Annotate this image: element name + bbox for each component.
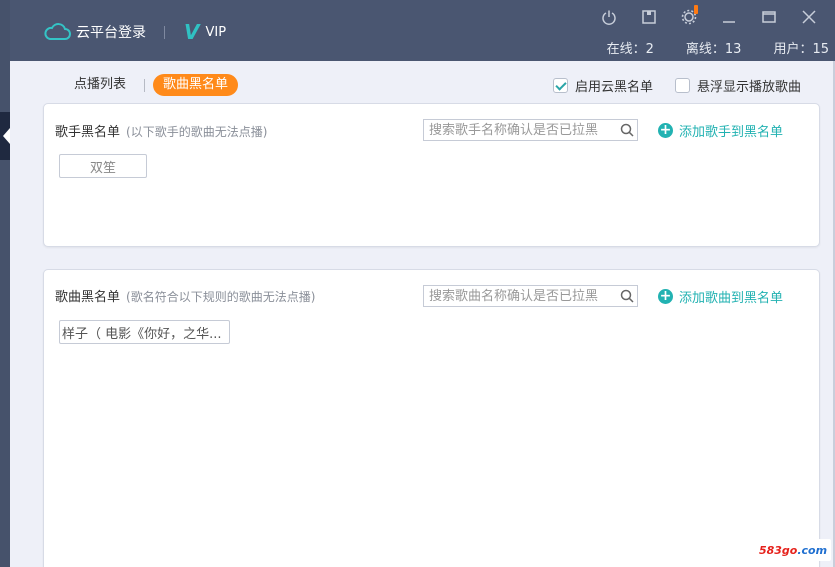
song-blacklist-title: 歌曲黑名单 <box>55 290 121 305</box>
song-blacklist-panel: 歌曲黑名单 (歌名符合以下规则的歌曲无法点播) + 添加歌曲到黑名单 样子（ 电影… <box>43 269 820 567</box>
save-button[interactable] <box>629 7 669 27</box>
add-song-label: 添加歌曲到黑名单 <box>679 291 784 306</box>
tab-song-request-list[interactable]: 点播列表 <box>64 74 136 96</box>
notification-badge <box>694 5 698 14</box>
power-icon <box>602 10 616 25</box>
cloud-login-label: 云平台登录 <box>76 25 146 41</box>
add-song-button[interactable]: + 添加歌曲到黑名单 <box>658 287 783 306</box>
close-icon <box>802 10 816 24</box>
user-stats: 在线：2 离线：13 用户：15 <box>575 38 829 57</box>
singer-blacklist-heading: 歌手黑名单 (以下歌手的歌曲无法点播) <box>55 121 267 140</box>
vip-button[interactable]: V VIP <box>184 20 226 44</box>
song-blacklist-subtitle: (歌名符合以下规则的歌曲无法点播) <box>126 290 316 304</box>
maximize-button[interactable] <box>749 7 789 27</box>
search-icon[interactable] <box>617 286 637 306</box>
watermark-domain: .com <box>797 543 828 557</box>
add-singer-button[interactable]: + 添加歌手到黑名单 <box>658 121 783 140</box>
singer-blacklist-title: 歌手黑名单 <box>55 125 121 140</box>
minimize-icon <box>723 21 735 23</box>
singer-search-box <box>423 119 638 141</box>
collapse-panel-button[interactable] <box>0 112 10 160</box>
settings-button[interactable] <box>669 5 709 27</box>
window-controls <box>589 5 829 27</box>
cloud-icon <box>44 23 71 40</box>
blacklisted-song-tag[interactable]: 样子（ 电影《你好，之华... <box>59 320 230 344</box>
header-divider <box>164 26 165 39</box>
tab-song-blacklist[interactable]: 歌曲黑名单 <box>153 74 239 96</box>
user-count: 用户：15 <box>773 42 829 57</box>
cloud-blacklist-label: 启用云黑名单 <box>574 80 653 95</box>
float-display-checkbox[interactable] <box>674 78 690 93</box>
blacklisted-singer-tag[interactable]: 双笙 <box>59 154 147 178</box>
minimize-button[interactable] <box>709 7 749 27</box>
watermark-number: 583go <box>758 543 798 557</box>
add-singer-label: 添加歌手到黑名单 <box>679 125 784 140</box>
save-icon <box>642 10 656 24</box>
title-bar: 云平台登录 V VIP 在线：2 离线：13 用户：15 <box>10 0 835 61</box>
power-button[interactable] <box>589 7 629 27</box>
left-side-strip <box>0 0 10 567</box>
singer-search-input[interactable] <box>424 120 617 140</box>
song-blacklist-heading: 歌曲黑名单 (歌名符合以下规则的歌曲无法点播) <box>55 286 315 305</box>
options-bar: 启用云黑名单 悬浮显示播放歌曲 <box>531 76 801 95</box>
cloud-blacklist-checkbox[interactable] <box>552 78 568 93</box>
vip-logo: V <box>184 20 200 44</box>
offline-count: 离线：13 <box>685 42 742 57</box>
main-content: 点播列表 歌曲黑名单 启用云黑名单 悬浮显示播放歌曲 歌手黑名单 (以下歌手的歌曲… <box>10 61 833 567</box>
singer-blacklist-panel: 歌手黑名单 (以下歌手的歌曲无法点播) + 添加歌手到黑名单 双笙 <box>43 103 820 247</box>
tab-divider <box>144 78 146 92</box>
online-count: 在线：2 <box>606 42 654 57</box>
song-search-input[interactable] <box>424 286 617 306</box>
vip-label: VIP <box>205 24 227 40</box>
singer-blacklist-subtitle: (以下歌手的歌曲无法点播) <box>126 125 268 139</box>
maximize-icon <box>762 11 776 23</box>
cloud-blacklist-option[interactable]: 启用云黑名单 <box>552 76 653 95</box>
plus-circle-icon: + <box>658 288 673 304</box>
search-icon[interactable] <box>617 120 637 140</box>
cloud-login-button[interactable]: 云平台登录 <box>42 21 146 43</box>
plus-circle-icon: + <box>658 122 673 138</box>
float-display-option[interactable]: 悬浮显示播放歌曲 <box>674 76 801 95</box>
tab-bar: 点播列表 歌曲黑名单 <box>64 74 239 96</box>
song-search-box <box>423 285 638 307</box>
float-display-label: 悬浮显示播放歌曲 <box>696 80 801 95</box>
site-watermark: 583go .com <box>755 539 831 561</box>
close-button[interactable] <box>789 7 829 27</box>
